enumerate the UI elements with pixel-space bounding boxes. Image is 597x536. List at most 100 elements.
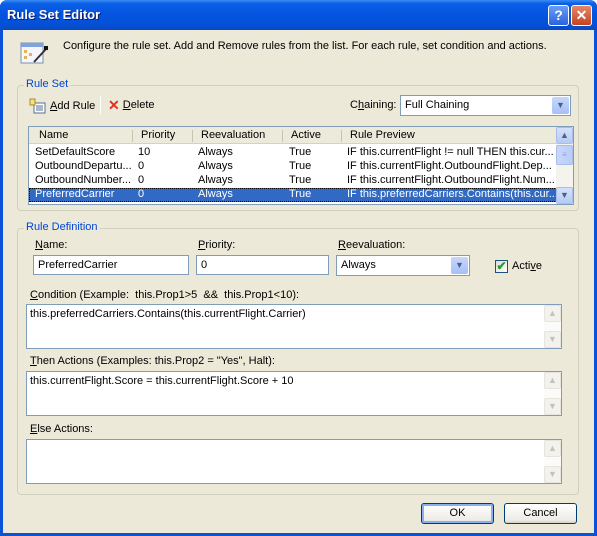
chaining-dropdown[interactable]: Full Chaining ▼ bbox=[400, 95, 571, 116]
name-input[interactable]: PreferredCarrier bbox=[33, 255, 189, 275]
reevaluation-dropdown[interactable]: Always ▼ bbox=[336, 255, 470, 276]
condition-value: this.preferredCarriers.Contains(this.cur… bbox=[30, 308, 306, 320]
rule-set-group-label: Rule Set bbox=[24, 78, 71, 90]
priority-label: Priority: bbox=[198, 239, 236, 251]
rule-priority: 10 bbox=[138, 146, 151, 158]
rule-row[interactable]: SetDefaultScore 10 Always True IF this.c… bbox=[29, 146, 557, 160]
column-divider[interactable] bbox=[132, 130, 133, 142]
active-label[interactable]: Active bbox=[512, 260, 542, 272]
help-icon: ? bbox=[554, 7, 563, 23]
else-actions-scrollbar[interactable]: ▲ ▼ bbox=[544, 440, 561, 483]
scroll-down-button[interactable]: ▼ bbox=[544, 466, 561, 483]
toolbar-separator bbox=[100, 96, 101, 114]
priority-input[interactable]: 0 bbox=[196, 255, 329, 275]
rule-active: True bbox=[289, 174, 312, 186]
chevron-down-icon: ▼ bbox=[548, 401, 557, 411]
rule-set-editor-window: Rule Set Editor ? ✕ Configure the rule s… bbox=[0, 0, 597, 536]
then-actions-value: this.currentFlight.Score = this.currentF… bbox=[30, 375, 294, 387]
rule-row[interactable]: OutboundDepartu... 0 Always True IF this… bbox=[29, 160, 557, 174]
window-title: Rule Set Editor bbox=[7, 7, 101, 22]
rule-preview: IF this.preferredCarriers.Contains(this.… bbox=[347, 188, 558, 200]
rule-reevaluation: Always bbox=[198, 160, 233, 172]
then-actions-label: Then Actions (Examples: this.Prop2 = "Ye… bbox=[30, 355, 275, 367]
chevron-up-icon: ▲ bbox=[548, 308, 557, 318]
rule-priority: 0 bbox=[138, 174, 145, 186]
reevaluation-value: Always bbox=[341, 259, 376, 271]
rule-active: True bbox=[289, 160, 312, 172]
else-actions-textarea[interactable]: ▲ ▼ bbox=[26, 439, 562, 484]
rule-set-editor-icon bbox=[20, 42, 48, 64]
delete-button[interactable]: ✕ Delete bbox=[108, 98, 155, 112]
help-button[interactable]: ? bbox=[548, 5, 569, 26]
condition-label: Condition (Example: this.Prop1>5 && this… bbox=[30, 289, 300, 301]
column-header-rule-preview[interactable]: Rule Preview bbox=[350, 129, 415, 141]
scroll-down-button[interactable]: ▼ bbox=[556, 187, 573, 204]
scroll-down-button[interactable]: ▼ bbox=[544, 331, 561, 348]
rules-list-header: Name Priority Reevaluation Active Rule P… bbox=[29, 127, 557, 144]
chevron-up-icon: ▲ bbox=[548, 443, 557, 453]
priority-value: 0 bbox=[201, 259, 208, 271]
column-header-priority[interactable]: Priority bbox=[141, 129, 175, 141]
rule-priority: 0 bbox=[138, 160, 145, 172]
rule-name: OutboundNumber... bbox=[35, 174, 132, 186]
chevron-up-icon: ▲ bbox=[548, 375, 557, 385]
rule-name: SetDefaultScore bbox=[35, 146, 116, 158]
chevron-down-icon[interactable]: ▼ bbox=[552, 97, 569, 114]
rule-active: True bbox=[289, 188, 312, 200]
scroll-up-button[interactable]: ▲ bbox=[556, 127, 573, 144]
cancel-button[interactable]: Cancel bbox=[504, 503, 577, 524]
chaining-label: Chaining: bbox=[350, 99, 397, 111]
close-button[interactable]: ✕ bbox=[571, 5, 592, 26]
scroll-up-button[interactable]: ▲ bbox=[544, 440, 561, 457]
rules-list-scrollbar[interactable]: ▲ ≡ ▼ bbox=[556, 127, 573, 204]
dialog-client-area: Configure the rule set. Add and Remove r… bbox=[3, 30, 594, 533]
condition-scrollbar[interactable]: ▲ ▼ bbox=[544, 305, 561, 348]
chevron-down-icon[interactable]: ▼ bbox=[451, 257, 468, 274]
scroll-down-button[interactable]: ▼ bbox=[544, 398, 561, 415]
add-rule-icon bbox=[29, 98, 46, 114]
rule-definition-group-label: Rule Definition bbox=[24, 221, 100, 233]
name-label: Name: bbox=[35, 239, 68, 251]
column-header-name[interactable]: Name bbox=[39, 129, 68, 141]
rule-reevaluation: Always bbox=[198, 188, 233, 200]
then-actions-textarea[interactable]: this.currentFlight.Score = this.currentF… bbox=[26, 371, 562, 416]
chevron-up-icon: ▲ bbox=[560, 130, 569, 140]
column-divider[interactable] bbox=[341, 130, 342, 142]
delete-label: Delete bbox=[122, 99, 155, 111]
condition-textarea[interactable]: this.preferredCarriers.Contains(this.cur… bbox=[26, 304, 562, 349]
ok-button[interactable]: OK bbox=[421, 503, 494, 524]
delete-x-icon: ✕ bbox=[108, 97, 120, 113]
scroll-up-button[interactable]: ▲ bbox=[544, 305, 561, 322]
checkmark-icon: ✔ bbox=[496, 259, 507, 273]
header-description: Configure the rule set. Add and Remove r… bbox=[63, 40, 547, 52]
reevaluation-label: Reevaluation: bbox=[338, 239, 406, 251]
column-header-active[interactable]: Active bbox=[291, 129, 321, 141]
rule-preview: IF this.currentFlight.OutboundFlight.Num… bbox=[347, 174, 555, 186]
rule-name: OutboundDepartu... bbox=[35, 160, 132, 172]
then-actions-scrollbar[interactable]: ▲ ▼ bbox=[544, 372, 561, 415]
title-bar[interactable]: Rule Set Editor ? ✕ bbox=[0, 0, 597, 30]
rules-list[interactable]: Name Priority Reevaluation Active Rule P… bbox=[28, 126, 574, 205]
rule-preview: IF this.currentFlight.OutboundFlight.Dep… bbox=[347, 160, 552, 172]
rule-row[interactable]: OutboundNumber... 0 Always True IF this.… bbox=[29, 174, 557, 188]
rule-name: PreferredCarrier bbox=[35, 188, 115, 200]
column-header-reevaluation[interactable]: Reevaluation bbox=[201, 129, 265, 141]
rule-row-selected[interactable]: PreferredCarrier 0 Always True IF this.p… bbox=[29, 188, 558, 202]
chaining-value: Full Chaining bbox=[405, 99, 470, 111]
close-icon: ✕ bbox=[575, 7, 588, 23]
column-divider[interactable] bbox=[282, 130, 283, 142]
rule-priority: 0 bbox=[138, 188, 145, 200]
rule-reevaluation: Always bbox=[198, 146, 233, 158]
rule-reevaluation: Always bbox=[198, 174, 233, 186]
rule-preview: IF this.currentFlight != null THEN this.… bbox=[347, 146, 554, 158]
active-checkbox[interactable]: ✔ bbox=[495, 260, 508, 273]
scroll-up-button[interactable]: ▲ bbox=[544, 372, 561, 389]
scroll-thumb[interactable]: ≡ bbox=[556, 145, 573, 165]
add-rule-button[interactable]: Add Rule bbox=[29, 98, 95, 114]
rule-active: True bbox=[289, 146, 312, 158]
column-divider[interactable] bbox=[192, 130, 193, 142]
grip-icon: ≡ bbox=[562, 150, 567, 159]
chevron-down-icon: ▼ bbox=[548, 469, 557, 479]
name-value: PreferredCarrier bbox=[38, 259, 118, 271]
chevron-down-icon: ▼ bbox=[560, 190, 569, 200]
